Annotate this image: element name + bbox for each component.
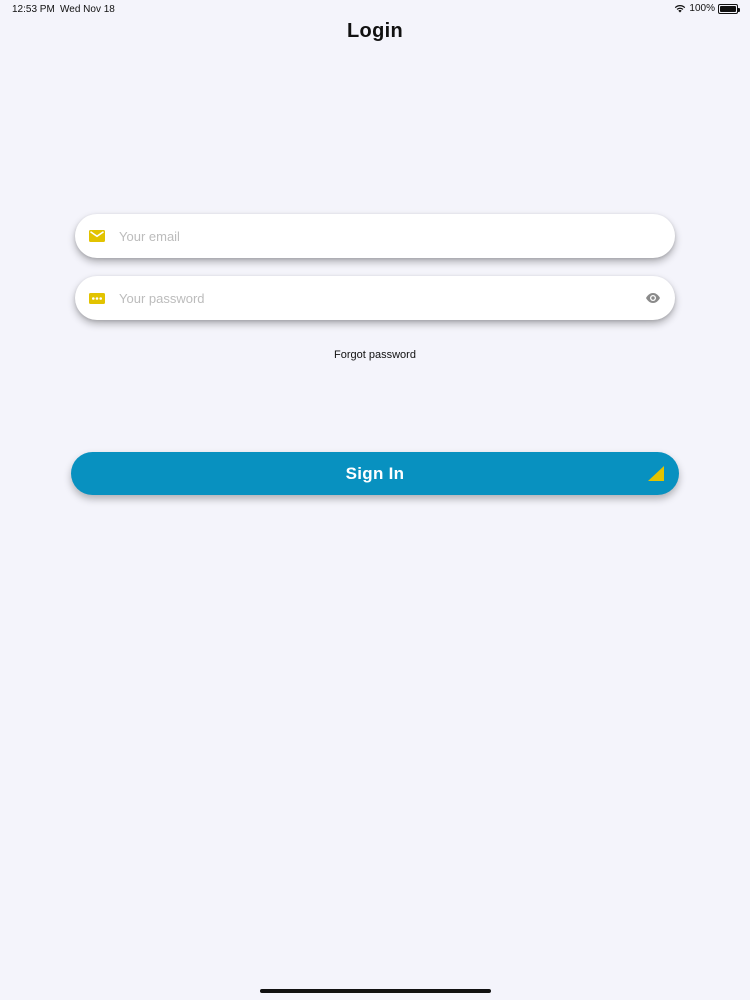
home-indicator [260,989,491,993]
eye-icon[interactable] [645,291,661,305]
email-input[interactable] [119,214,639,258]
password-dots-icon [89,290,105,306]
page-title: Login [347,20,403,42]
forgot-password-link[interactable]: Forgot password [0,349,750,361]
battery-percent: 100% [689,3,715,14]
triangle-corner-icon [648,466,664,481]
email-field-container[interactable] [75,214,675,258]
sign-in-label: Sign In [345,463,405,483]
login-screen: 12:53 PM Wed Nov 18 100% Login Your emai… [0,0,750,1000]
status-date: Wed Nov 18 [60,4,115,15]
status-indicators: 100% [674,3,740,14]
password-input[interactable] [119,276,639,320]
status-bar: 12:53 PM Wed Nov 18 100% [0,0,750,18]
mail-icon [89,228,105,244]
password-field-container[interactable] [75,276,675,320]
wifi-icon [675,5,686,13]
sign-in-button[interactable]: Sign In [71,452,679,495]
battery-icon [718,3,740,14]
status-time: 12:53 PM [12,4,55,15]
